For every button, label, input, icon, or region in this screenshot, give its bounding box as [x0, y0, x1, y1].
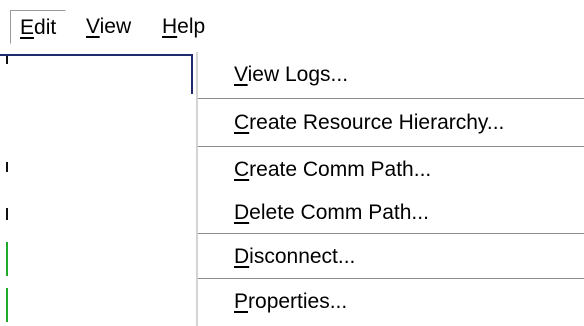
menu-edit[interactable]: Edit: [10, 10, 67, 44]
menu-edit-mnemonic: E: [20, 16, 35, 39]
menu-item-mnemonic: V: [234, 63, 248, 86]
menu-view-mnemonic: V: [86, 15, 100, 38]
selected-item-border-edge: [191, 54, 193, 94]
left-pane: [0, 52, 198, 326]
status-indicator-icon: [6, 242, 8, 276]
menu-item-mnemonic: D: [234, 245, 250, 268]
menu-separator: [198, 233, 584, 235]
menu-view-label: iew: [99, 15, 132, 38]
menu-item-disconnect[interactable]: Disconnect...: [198, 236, 584, 278]
menu-item-delete-comm-path[interactable]: Delete Comm Path...: [198, 192, 584, 234]
menu-separator: [198, 278, 584, 280]
menu-item-label: roperties...: [248, 290, 348, 313]
status-indicator-icon: [6, 288, 8, 322]
menu-help[interactable]: Help: [153, 10, 214, 44]
tree-line-marker: [6, 162, 8, 172]
tree-line-marker: [6, 56, 8, 64]
menu-item-mnemonic: D: [234, 201, 250, 224]
menu-item-label: reate Comm Path...: [249, 158, 432, 181]
menu-item-label: reate Resource Hierarchy...: [249, 111, 505, 134]
edit-dropdown-menu: View Logs... Create Resource Hierarchy..…: [196, 52, 584, 326]
menu-bar: Edit View Help: [0, 0, 584, 48]
menu-item-label: isconnect...: [249, 245, 356, 268]
menu-item-mnemonic: P: [234, 290, 249, 313]
menu-item-create-resource-hierarchy[interactable]: Create Resource Hierarchy...: [198, 102, 584, 144]
menu-item-create-comm-path[interactable]: Create Comm Path...: [198, 149, 584, 191]
menu-item-mnemonic: C: [234, 158, 250, 181]
menu-item-label: iew Logs...: [247, 63, 349, 86]
menu-view[interactable]: View: [77, 10, 140, 44]
menu-item-mnemonic: C: [234, 111, 250, 134]
selected-item-border: [0, 54, 193, 56]
menu-separator: [198, 98, 584, 100]
menu-edit-label: dit: [34, 16, 57, 39]
tree-line-marker: [6, 208, 8, 220]
menu-help-label: elp: [177, 15, 206, 38]
menu-item-view-logs[interactable]: View Logs...: [198, 54, 584, 96]
menu-separator: [198, 146, 584, 148]
menu-item-properties[interactable]: Properties...: [198, 281, 584, 323]
menu-item-label: elete Comm Path...: [249, 201, 429, 224]
menu-help-mnemonic: H: [162, 15, 178, 38]
